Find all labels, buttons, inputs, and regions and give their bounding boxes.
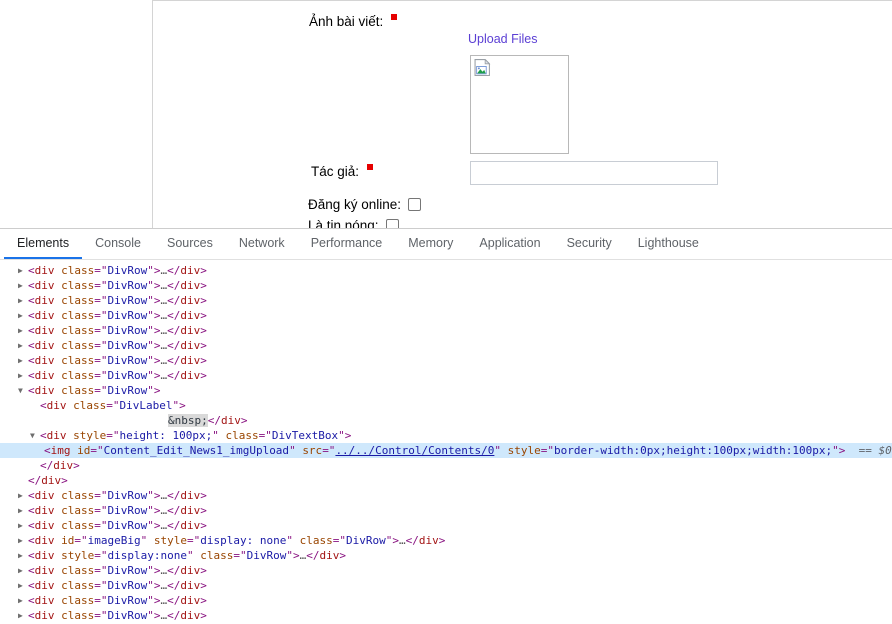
expand-triangle-icon[interactable]: ▼ [30, 428, 40, 443]
collapse-triangle-icon[interactable]: ▶ [18, 548, 28, 563]
collapse-triangle-icon[interactable]: ▶ [18, 578, 28, 593]
tab-network[interactable]: Network [226, 229, 298, 259]
dom-tree[interactable]: ▶ <div class="DivRow">…</div> ▶ <div class=… [0, 260, 892, 623]
required-marker [391, 14, 398, 20]
dom-node-row[interactable]: ▼ <div class="DivRow"> [0, 383, 892, 398]
image-preview-box[interactable] [470, 55, 569, 154]
dom-node-row[interactable]: ▶ <div class="DivRow">…</div> [0, 353, 892, 368]
hot-news-checkbox[interactable] [385, 219, 399, 228]
dom-node-row[interactable]: ▶ <div class="DivRow">…</div> [0, 608, 892, 623]
collapse-triangle-icon[interactable]: ▶ [18, 323, 28, 338]
author-input[interactable] [470, 161, 718, 185]
collapse-triangle-icon[interactable]: ▶ [18, 338, 28, 353]
form-container: Ảnh bài viết: Upload Files Tác giả: Đăng… [152, 0, 892, 228]
dom-node-row[interactable]: ▶ <div class="DivRow">…</div> [0, 293, 892, 308]
tab-application[interactable]: Application [466, 229, 553, 259]
dom-node-row[interactable]: ▶ <div class="DivRow">…</div> [0, 488, 892, 503]
collapse-triangle-icon[interactable]: ▶ [18, 503, 28, 518]
expand-triangle-icon[interactable]: ▼ [18, 383, 28, 398]
dom-node-row[interactable]: ▶ <div class="DivRow">…</div> [0, 323, 892, 338]
dom-node-row[interactable]: &nbsp;</div> [0, 413, 892, 428]
form-row-hot-news: Là tin nóng: [308, 218, 399, 228]
dom-node-row[interactable]: ▶ <div class="DivRow">…</div> [0, 338, 892, 353]
label-article-image: Ảnh bài viết: [309, 14, 384, 29]
dom-node-row[interactable]: ▶ <div id="imageBig" style="display: none… [0, 533, 892, 548]
collapse-triangle-icon[interactable]: ▶ [18, 563, 28, 578]
collapse-triangle-icon[interactable]: ▶ [18, 353, 28, 368]
collapse-triangle-icon[interactable]: ▶ [18, 488, 28, 503]
tab-sources[interactable]: Sources [154, 229, 226, 259]
dom-node-row[interactable]: ▼ <div style="height: 100px;" class="DivT… [0, 428, 892, 443]
tab-security[interactable]: Security [554, 229, 625, 259]
img-src-link[interactable]: ../../Control/Contents/0 [335, 444, 494, 457]
collapse-triangle-icon[interactable]: ▶ [18, 518, 28, 533]
label-hot-news: Là tin nóng: [308, 218, 379, 228]
collapse-triangle-icon[interactable]: ▶ [18, 308, 28, 323]
dom-node-row[interactable]: ▶ <div class="DivRow">…</div> [0, 263, 892, 278]
tab-memory[interactable]: Memory [395, 229, 466, 259]
dom-node-row[interactable]: </div> [0, 458, 892, 473]
broken-image-icon [474, 59, 491, 76]
dom-node-row[interactable]: ▶ <div class="DivRow">…</div> [0, 518, 892, 533]
dom-node-row[interactable]: ▶ <div class="DivRow">…</div> [0, 503, 892, 518]
required-marker [367, 164, 374, 170]
dom-node-row[interactable]: </div> [0, 473, 892, 488]
dom-node-row[interactable]: ▶ <div class="DivRow">…</div> [0, 563, 892, 578]
dom-node-row[interactable]: ▶ <div style="display:none" class="DivRow… [0, 548, 892, 563]
dom-node-row[interactable]: ▶ <div class="DivRow">…</div> [0, 308, 892, 323]
dom-node-row[interactable]: ▶ <div class="DivRow">…</div> [0, 578, 892, 593]
dom-node-row[interactable]: <div class="DivLabel"> [0, 398, 892, 413]
collapse-triangle-icon[interactable]: ▶ [18, 263, 28, 278]
tab-lighthouse[interactable]: Lighthouse [625, 229, 712, 259]
dom-node-selected[interactable]: <img id="Content_Edit_News1_imgUpload" s… [0, 443, 892, 458]
dom-node-row[interactable]: ▶ <div class="DivRow">…</div> [0, 278, 892, 293]
form-row-register-online: Đăng ký online: [308, 197, 422, 213]
web-page-region: Ảnh bài viết: Upload Files Tác giả: Đăng… [0, 0, 892, 228]
form-row-article-image: Ảnh bài viết: [309, 14, 398, 30]
label-author: Tác giả: [311, 164, 360, 179]
collapse-triangle-icon[interactable]: ▶ [18, 368, 28, 383]
collapse-triangle-icon[interactable]: ▶ [18, 608, 28, 623]
register-online-checkbox[interactable] [408, 198, 422, 211]
tab-elements[interactable]: Elements [4, 229, 83, 259]
collapse-triangle-icon[interactable]: ▶ [18, 278, 28, 293]
form-row-author: Tác giả: [311, 164, 374, 180]
label-register-online: Đăng ký online: [308, 197, 402, 212]
upload-files-link[interactable]: Upload Files [468, 32, 537, 46]
collapse-triangle-icon[interactable]: ▶ [18, 293, 28, 308]
collapse-triangle-icon[interactable]: ▶ [18, 593, 28, 608]
collapse-triangle-icon[interactable]: ▶ [18, 533, 28, 548]
dom-node-row[interactable]: ▶ <div class="DivRow">…</div> [0, 368, 892, 383]
tab-performance[interactable]: Performance [298, 229, 396, 259]
tab-console[interactable]: Console [82, 229, 154, 259]
devtools-panel: Elements Console Sources Network Perform… [0, 228, 892, 622]
devtools-tab-bar: Elements Console Sources Network Perform… [0, 229, 892, 260]
dom-node-row[interactable]: ▶ <div class="DivRow">…</div> [0, 593, 892, 608]
